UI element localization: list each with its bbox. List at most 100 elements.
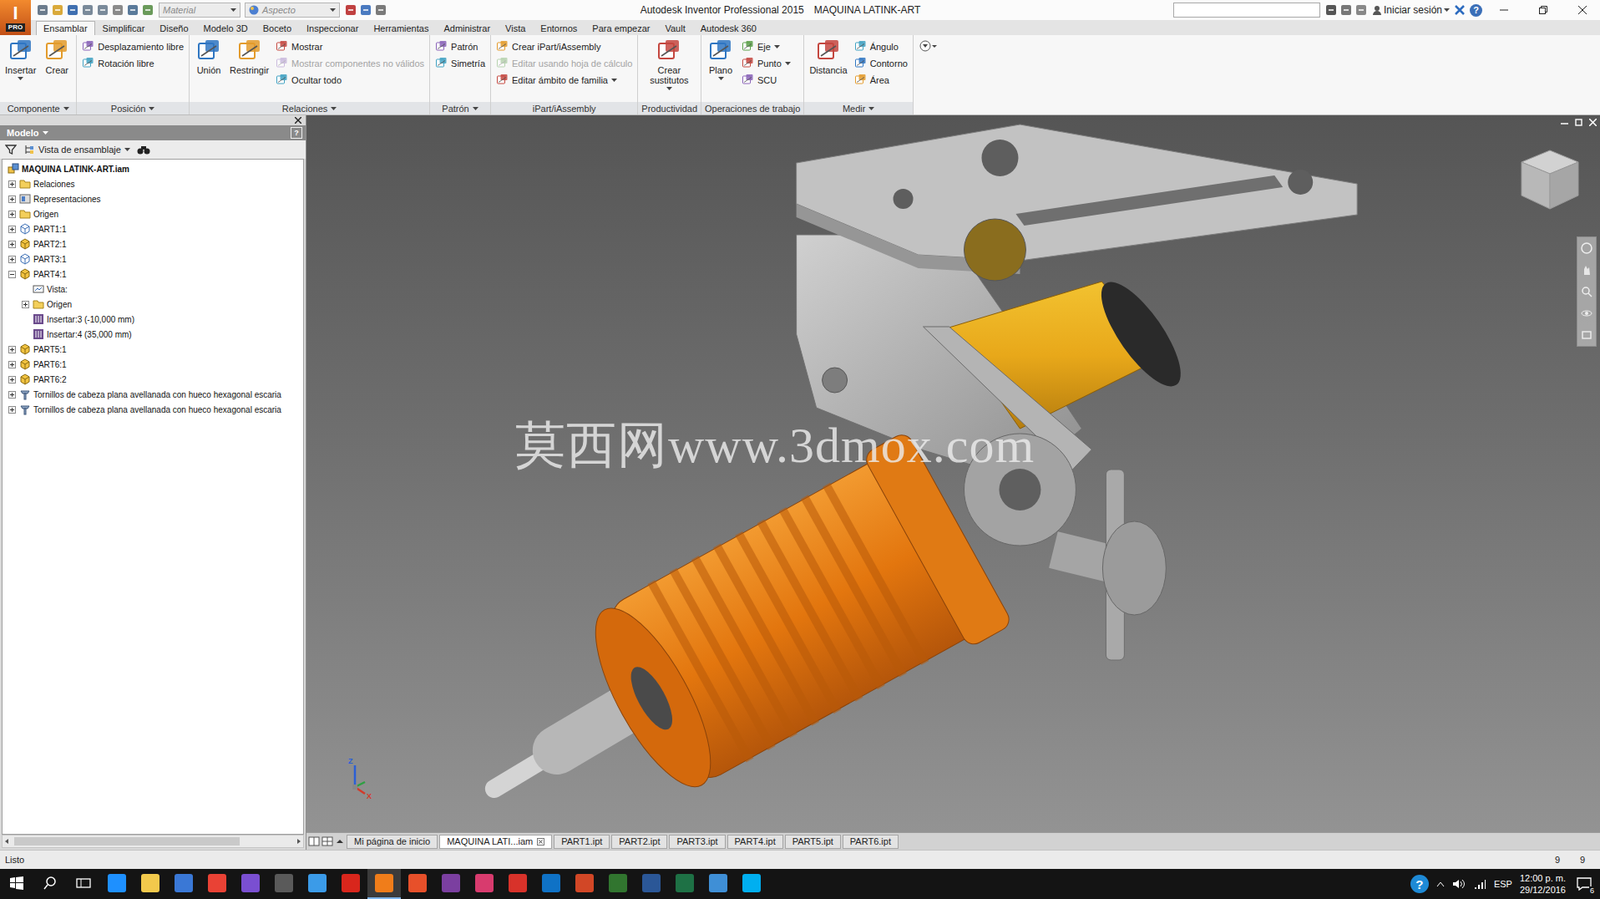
menu-tab[interactable]: Modelo 3D <box>196 20 256 36</box>
search-icon[interactable] <box>1324 3 1338 17</box>
ribbon-panel-title[interactable]: Relaciones <box>189 101 430 115</box>
dropdown-caret-icon[interactable] <box>42 131 49 135</box>
action-center[interactable]: 6 <box>1573 872 1595 895</box>
menu-tab[interactable]: Inspeccionar <box>298 20 366 36</box>
taskbar-app[interactable] <box>701 868 735 899</box>
ribbon-small-button[interactable]: Patrón <box>435 38 486 55</box>
tree-expander[interactable] <box>7 405 17 415</box>
help-search[interactable] <box>1173 2 1321 18</box>
restore-button[interactable] <box>1525 0 1561 21</box>
document-tab[interactable]: PART5.ipt <box>784 834 841 849</box>
document-tab[interactable]: MAQUINA LATI...iam <box>439 834 552 849</box>
taskbar-app[interactable] <box>200 868 234 899</box>
filter-icon[interactable] <box>5 143 17 156</box>
scroll-thumb[interactable] <box>14 836 240 846</box>
taskbar-app[interactable] <box>734 868 769 899</box>
redo-icon[interactable] <box>96 3 110 17</box>
star-icon[interactable] <box>1354 3 1368 17</box>
undo-icon[interactable] <box>81 3 95 17</box>
taskbar-app[interactable] <box>334 868 368 899</box>
ribbon-small-button[interactable]: Eje <box>741 38 791 55</box>
document-tab[interactable]: Mi página de inicio <box>346 834 438 849</box>
ribbon-large-button[interactable]: Crear sustitutos <box>643 38 695 91</box>
ribbon-small-button[interactable]: SCU <box>741 71 791 88</box>
doc-restore-icon[interactable] <box>1574 118 1583 127</box>
ribbon-panel-title[interactable]: Componente <box>0 101 76 115</box>
look-at-icon[interactable] <box>1580 329 1593 341</box>
taskbar-app[interactable] <box>300 868 335 899</box>
open-icon[interactable] <box>50 3 65 17</box>
menu-tab[interactable]: Para empezar <box>584 20 658 36</box>
menu-tab[interactable]: Vista <box>497 20 533 36</box>
dropdown-caret-icon[interactable] <box>718 76 725 81</box>
app-logo[interactable]: IPRO <box>0 0 31 36</box>
task-view-button[interactable] <box>66 868 101 899</box>
ribbon-small-button[interactable]: Desplazamiento libre <box>81 38 184 55</box>
tree-item[interactable]: PART6:1 <box>2 356 304 372</box>
ribbon-small-button[interactable]: Ángulo <box>854 38 908 55</box>
sign-in[interactable]: Iniciar sesión <box>1372 4 1450 16</box>
horizontal-scrollbar[interactable] <box>1 834 304 848</box>
key-icon[interactable] <box>1339 3 1353 17</box>
ribbon-panel-title[interactable]: Posición <box>76 101 189 115</box>
menu-tab[interactable]: Ensamblar <box>35 20 96 36</box>
ribbon-small-button[interactable]: Rotación libre <box>81 55 184 71</box>
tattoo-machine-model[interactable] <box>306 115 1600 832</box>
document-tab[interactable]: PART2.ipt <box>611 834 668 849</box>
scroll-right-icon[interactable] <box>294 836 304 846</box>
tree-expander[interactable] <box>7 344 17 355</box>
menu-tab[interactable]: Herramientas <box>365 20 436 36</box>
dropdown-caret-icon[interactable] <box>63 106 70 111</box>
tree-expander[interactable] <box>20 299 31 309</box>
view-selector[interactable]: Vista de ensamblaje <box>23 143 131 156</box>
steering-wheel-icon[interactable] <box>1580 242 1593 254</box>
dropdown-caret-icon[interactable] <box>124 147 131 152</box>
tree-item[interactable]: PART5:1 <box>2 341 304 357</box>
network-icon[interactable] <box>1473 877 1487 890</box>
ribbon-options[interactable] <box>913 35 944 115</box>
taskbar-app[interactable] <box>534 868 568 899</box>
input-language[interactable]: ESP <box>1493 878 1513 889</box>
tree-expander[interactable] <box>7 254 17 264</box>
ribbon-large-button[interactable]: Plano <box>706 38 735 81</box>
ribbon-large-button[interactable]: Distancia <box>809 38 847 76</box>
tree-item[interactable]: PART2:1 <box>2 236 304 252</box>
search-button[interactable] <box>33 868 67 899</box>
volume-icon[interactable] <box>1452 877 1466 890</box>
dropdown-caret-icon[interactable] <box>230 8 237 12</box>
scroll-left-icon[interactable] <box>2 836 11 846</box>
dropdown-caret-icon[interactable] <box>1443 8 1450 12</box>
help-button[interactable]: ? <box>1469 4 1483 17</box>
tree-item[interactable]: Origen <box>2 206 304 222</box>
ribbon-large-button[interactable]: Crear <box>42 38 71 76</box>
new-icon[interactable] <box>35 3 50 17</box>
tree-expander[interactable] <box>7 194 17 204</box>
taskbar-app[interactable] <box>434 868 468 899</box>
ribbon-small-button[interactable]: Contorno <box>854 55 908 71</box>
adjust-icon[interactable] <box>359 3 373 17</box>
appearance-dropdown[interactable]: Aspecto <box>244 2 340 18</box>
dropdown-caret-icon[interactable] <box>784 61 791 66</box>
close-panel-icon[interactable] <box>294 116 302 124</box>
dropdown-caret-icon[interactable] <box>611 78 618 82</box>
clear-appearance-icon[interactable] <box>344 3 358 17</box>
dropdown-caret-icon[interactable] <box>472 106 479 111</box>
menu-tab[interactable]: Entornos <box>532 20 585 36</box>
taskbar-app[interactable] <box>233 868 268 899</box>
browser-header[interactable]: Modelo? <box>0 125 306 141</box>
cascade-windows-icon[interactable] <box>321 835 334 846</box>
taskbar-app[interactable] <box>634 868 669 899</box>
ribbon-small-button[interactable]: Área <box>854 71 908 88</box>
dropdown-caret-icon[interactable] <box>774 45 780 49</box>
tree-expander[interactable] <box>7 224 17 234</box>
dropdown-caret-icon[interactable] <box>868 106 875 111</box>
viewcube-icon[interactable] <box>1518 146 1582 214</box>
tree-expander[interactable] <box>7 179 17 189</box>
tree-item[interactable]: Vista: <box>2 281 304 297</box>
tree-item[interactable]: Tornillos de cabeza plana avellanada con… <box>2 386 304 402</box>
taskbar-app[interactable] <box>100 868 134 899</box>
exchange-icon[interactable] <box>1453 4 1466 16</box>
tree-item[interactable]: PART4:1 <box>2 266 304 282</box>
close-tab-icon[interactable] <box>536 837 545 846</box>
tree-item[interactable]: Representaciones <box>2 191 304 207</box>
